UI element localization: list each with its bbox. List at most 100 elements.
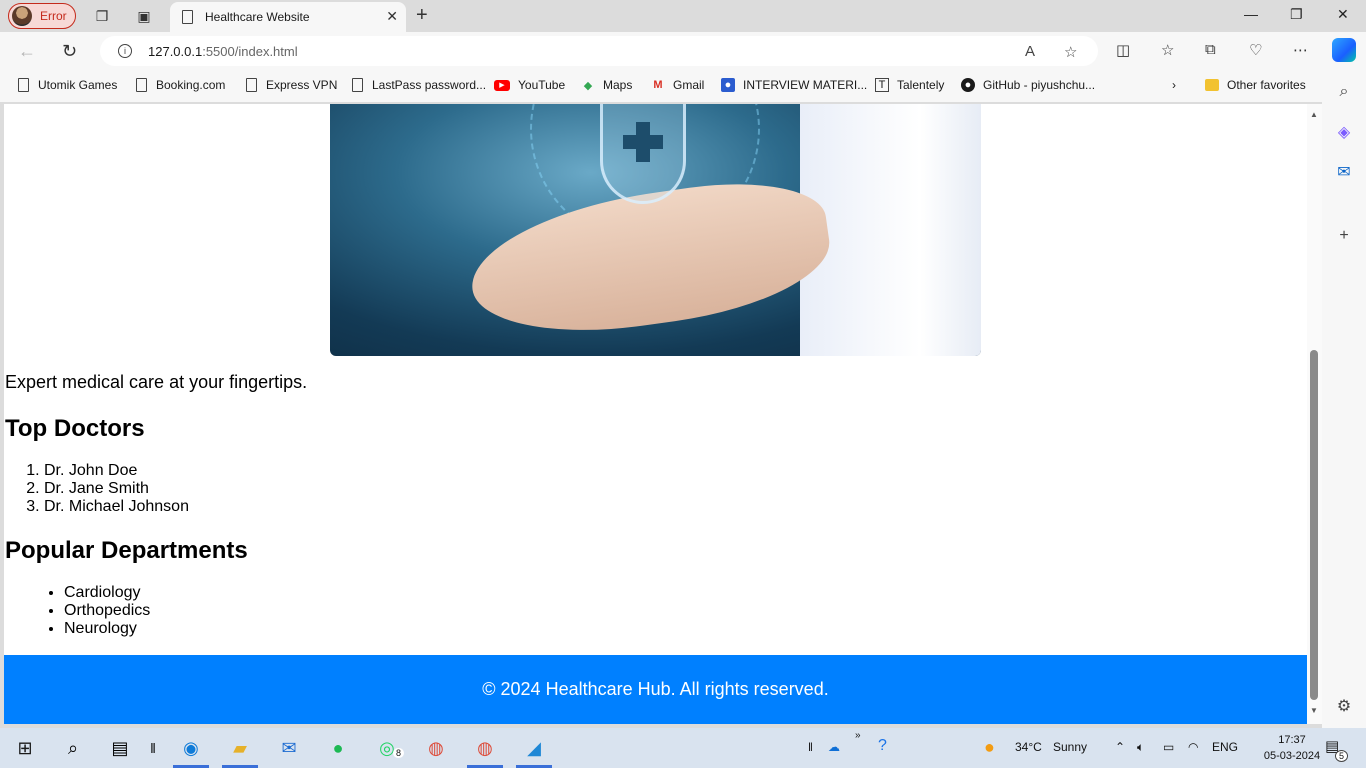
windows-start-icon[interactable]: ⊞ [12,736,38,760]
show-hidden-icons-chevron-icon[interactable]: ⌃ [1115,740,1125,754]
date: 05-03-2024 [1263,750,1321,762]
close-tab-icon[interactable]: ✕ [386,8,398,25]
scrollbar-thumb[interactable] [1310,350,1318,700]
help-icon[interactable]: ? [878,737,887,755]
folder-icon [1205,78,1219,92]
page-icon [134,78,148,92]
gmail-icon: M [653,79,663,91]
volume-icon[interactable]: 🔈︎ [1137,740,1144,755]
scroll-down-icon[interactable]: ▼ [1310,706,1318,715]
read-aloud-icon[interactable]: A [1025,43,1035,60]
favorite-booking[interactable]: Booking.com [134,78,225,92]
tray-overflow-icon[interactable]: » [855,730,861,741]
settings-gear-icon[interactable]: ⚙ [1334,696,1354,716]
favorites-overflow-chevron-icon[interactable]: › [1172,78,1176,92]
minimize-icon[interactable]: — [1244,6,1258,22]
list-item: Dr. John Doe [44,462,189,480]
page-scrollbar[interactable]: ▲ ▼ [1307,104,1322,724]
spotify-icon[interactable]: ● [325,736,351,760]
top-doctors-heading: Top Doctors [5,415,145,442]
favorite-github[interactable]: ● GitHub - piyushchu... [961,78,1095,92]
site-info-icon[interactable]: i [118,44,132,58]
youtube-icon: ▶ [494,79,510,91]
profile-button[interactable]: Error [8,3,76,29]
hero-image [330,104,981,356]
new-tab-icon[interactable]: + [416,4,428,27]
tab-title: Healthcare Website [205,10,310,24]
page-viewport: Expert medical care at your fingertips. … [4,104,1307,724]
favorites-icon[interactable]: ☆ [1161,41,1174,59]
chrome-icon[interactable]: ◍ [423,736,449,760]
departments-list: Cardiology Orthopedics Neurology [64,584,150,638]
close-window-icon[interactable]: ✕ [1337,6,1349,23]
favorite-lastpass[interactable]: LastPass password... [350,78,486,92]
footer-text: © 2024 Healthcare Hub. All rights reserv… [482,679,829,699]
weather-temperature[interactable]: 34°C [1015,740,1042,754]
mail-icon[interactable]: ✉ [276,736,302,760]
clock[interactable]: 17:37 05-03-2024 [1262,732,1322,764]
notification-count-badge: 5 [1335,750,1349,762]
list-item: Cardiology [64,584,150,602]
tab-actions-icon[interactable]: ▣ [134,6,154,26]
search-icon[interactable]: ⌕ [1334,82,1354,102]
profile-error-label: Error [40,9,67,23]
weather-sun-icon[interactable]: ● [984,737,995,758]
cross-horizontal [623,135,663,149]
page-icon [16,78,30,92]
refresh-icon[interactable]: ↻ [62,41,77,62]
weather-condition[interactable]: Sunny [1053,740,1087,754]
add-sidebar-app-icon[interactable]: + [1334,226,1354,246]
github-icon: ● [961,78,975,92]
avatar [12,6,32,26]
tab-strip: Error ❐ ▣ Healthcare Website ✕ + — ❐ ✕ [0,0,1366,32]
doctors-list: Dr. John Doe Dr. Jane Smith Dr. Michael … [44,462,189,516]
split-screen-icon[interactable]: ◫ [1116,41,1130,59]
collections-icon[interactable]: ⧉ [1205,41,1216,58]
taskbar-divider-icon: ‖ [150,740,156,756]
favorite-talentely[interactable]: T Talentely [875,78,944,92]
favorite-express-vpn[interactable]: Express VPN [244,78,337,92]
page-icon [244,78,258,92]
tray-divider-icon: ‖ [808,740,813,754]
browser-essentials-icon[interactable]: ♡ [1249,41,1262,59]
edge-sidebar: ⌕ ◈ ✉ + ⚙ [1322,70,1366,728]
file-explorer-icon[interactable]: ▰ [227,736,253,760]
tab-healthcare-website[interactable]: Healthcare Website ✕ [170,2,406,32]
language-indicator[interactable]: ENG [1212,740,1238,754]
back-icon[interactable]: ← [18,41,36,62]
other-favorites[interactable]: Other favorites [1205,78,1306,92]
windows-taskbar: ⊞ ⌕ ▤ ‖ ◉ ▰ ✉ ● ◎ 8 ◍ ◍ ◢ ‖ ☁ » ? ● 34°C… [0,728,1366,768]
favorite-utomik-games[interactable]: Utomik Games [16,78,117,92]
time: 17:37 [1278,734,1306,746]
favorite-interview-material[interactable]: ● INTERVIEW MATERI... [721,78,867,92]
page-icon [182,10,193,24]
scroll-up-icon[interactable]: ▲ [1310,110,1318,119]
maps-icon: ◆ [583,79,593,92]
favorites-bar: Utomik Games Booking.com Express VPN Las… [0,70,1322,102]
favorite-youtube[interactable]: ▶ YouTube [494,78,565,92]
url-text: 127.0.0.1:5500/index.html [148,43,298,59]
outlook-icon[interactable]: ✉ [1334,162,1354,182]
onedrive-icon[interactable]: ☁ [828,740,840,754]
search-icon[interactable]: ⌕ [60,736,86,760]
task-view-icon[interactable]: ▤ [107,736,133,760]
page-icon [350,78,364,92]
office-icon[interactable]: ◈ [1334,122,1354,142]
edge-icon[interactable]: ◉ [178,736,204,760]
list-item: Dr. Michael Johnson [44,498,189,516]
workspaces-icon[interactable]: ❐ [92,6,112,26]
copilot-icon[interactable] [1332,38,1356,62]
favorite-star-icon[interactable]: ☆ [1064,43,1077,61]
chrome-profile-icon[interactable]: ◍ [472,736,498,760]
favorite-maps[interactable]: ◆ Maps [581,78,633,92]
popular-departments-heading: Popular Departments [5,537,248,564]
restore-icon[interactable]: ❐ [1290,6,1303,23]
wifi-icon[interactable]: ◠ [1188,740,1198,754]
vscode-icon[interactable]: ◢ [521,736,547,760]
more-menu-icon[interactable]: ⋯ [1293,41,1308,59]
favorite-gmail[interactable]: M Gmail [651,78,704,92]
page-footer: © 2024 Healthcare Hub. All rights reserv… [4,655,1307,724]
address-bar[interactable]: i 127.0.0.1:5500/index.html A ☆ [100,36,1098,66]
contact-icon: ● [721,78,735,92]
battery-icon[interactable]: ▭ [1163,740,1174,754]
